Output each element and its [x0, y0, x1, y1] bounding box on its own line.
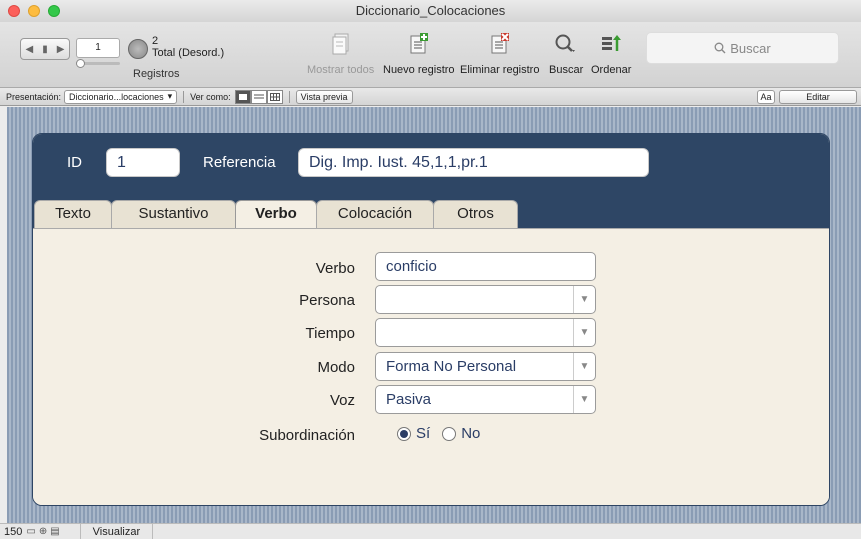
view-as-buttons	[234, 89, 283, 104]
preview-button[interactable]: Vista previa	[295, 89, 353, 104]
table-view-button[interactable]	[266, 89, 283, 104]
toolbar: ◀ ▮ ▶ 1 2 Total (Desord.) Registros Most…	[0, 22, 861, 88]
list-view-icon	[253, 94, 264, 98]
chevron-down-icon[interactable]: ▼	[573, 353, 595, 380]
delete-record-icon	[460, 30, 539, 58]
view-as-label: Ver como:	[190, 91, 231, 102]
id-label: ID	[67, 154, 82, 171]
found-set-pie-icon	[128, 39, 148, 59]
subordinacion-label: Subordinación	[259, 427, 355, 444]
search-placeholder: Buscar	[730, 40, 771, 56]
status-icons: ▭ ⊕ ▤	[26, 526, 59, 537]
records-label: Registros	[133, 68, 180, 80]
quick-find-input[interactable]: Buscar	[646, 32, 839, 64]
total-label: Total (Desord.)	[152, 47, 225, 59]
new-record-icon	[383, 30, 455, 58]
persona-dropdown[interactable]: ▼	[375, 285, 596, 314]
record-header: ID 1 Referencia Dig. Imp. Iust. 45,1,1,p…	[33, 134, 829, 196]
delete-record-button[interactable]: Eliminar registro	[460, 30, 539, 76]
find-button[interactable]: Buscar	[549, 30, 583, 76]
voz-label: Voz	[329, 392, 355, 409]
chevron-down-icon[interactable]: ▼	[573, 319, 595, 346]
edit-layout-button[interactable]: Editar	[779, 90, 857, 104]
reference-field[interactable]: Dig. Imp. Iust. 45,1,1,pr.1	[298, 148, 649, 177]
status-bar: 150 ▭ ⊕ ▤ Visualizar	[0, 523, 861, 539]
tab-sustantivo[interactable]: Sustantivo	[111, 200, 236, 228]
radio-si[interactable]	[397, 426, 411, 441]
minimize-window-button[interactable]	[28, 5, 40, 17]
new-record-button[interactable]: Nuevo registro	[383, 30, 455, 76]
delete-record-label: Eliminar registro	[460, 64, 540, 76]
subordinacion-radio-group: Sí No	[397, 425, 480, 442]
layout-bar: Presentación: Diccionario...locaciones ▾…	[0, 88, 861, 106]
reference-label: Referencia	[203, 154, 276, 171]
radio-si-label[interactable]: Sí	[416, 425, 430, 442]
form-view-button[interactable]	[234, 89, 251, 104]
divider	[183, 90, 185, 103]
modo-label: Modo	[317, 359, 355, 376]
new-record-label: Nuevo registro	[383, 64, 455, 76]
radio-no[interactable]	[442, 426, 457, 441]
zoom-in-icon[interactable]: ⊕	[39, 526, 47, 537]
list-view-button[interactable]	[250, 89, 267, 104]
id-field[interactable]: 1	[106, 148, 180, 177]
tab-otros[interactable]: Otros	[433, 200, 518, 228]
record-number-input[interactable]: 1	[76, 38, 120, 58]
layout-select-value: Diccionario...locaciones	[69, 91, 164, 102]
zoom-window-button[interactable]	[48, 5, 60, 17]
modo-value: Forma No Personal	[386, 358, 517, 375]
prev-record-icon[interactable]: ◀	[26, 44, 34, 55]
show-all-icon	[307, 30, 374, 58]
record-slider-handle[interactable]	[76, 59, 85, 68]
record-nav-buttons[interactable]: ◀ ▮ ▶	[20, 38, 70, 60]
close-window-button[interactable]	[8, 5, 20, 17]
layout-select[interactable]: Diccionario...locaciones ▾	[64, 89, 178, 104]
magnifier-icon	[549, 30, 583, 58]
verbo-label: Verbo	[315, 260, 355, 277]
total-count: 2	[152, 35, 159, 47]
window-title: Diccionario_Colocaciones	[355, 3, 506, 18]
tab-colocacion[interactable]: Colocación	[316, 200, 434, 228]
tiempo-dropdown[interactable]: ▼	[375, 318, 596, 347]
modo-dropdown[interactable]: Forma No Personal ▼	[375, 352, 596, 381]
chevron-down-icon: ▾	[167, 91, 173, 101]
mode-popup[interactable]: Visualizar	[79, 523, 154, 539]
layout-label: Presentación:	[6, 91, 62, 102]
radio-no-label[interactable]: No	[461, 425, 480, 442]
voz-dropdown[interactable]: Pasiva ▼	[375, 385, 596, 414]
verbo-field[interactable]: conficio	[375, 252, 596, 281]
next-record-icon[interactable]: ▶	[57, 44, 65, 55]
window-controls	[8, 5, 60, 17]
tab-texto[interactable]: Texto	[34, 200, 112, 228]
voz-value: Pasiva	[386, 391, 432, 408]
tiempo-label: Tiempo	[305, 325, 355, 342]
zoom-out-icon[interactable]: ▭	[26, 526, 35, 537]
chevron-down-icon[interactable]: ▼	[573, 286, 595, 313]
formatting-bar-button[interactable]: Aa	[757, 90, 775, 104]
zoom-level[interactable]: 150	[4, 526, 22, 538]
persona-label: Persona	[299, 292, 355, 309]
book-icon: ▮	[42, 43, 48, 55]
find-label: Buscar	[549, 64, 584, 76]
form-view-icon	[238, 93, 247, 100]
toggle-toolbar-icon[interactable]: ▤	[50, 526, 59, 537]
sort-icon	[591, 30, 631, 58]
divider	[288, 90, 290, 103]
sort-label: Ordenar	[591, 64, 632, 76]
tab-verbo[interactable]: Verbo	[235, 200, 317, 229]
table-view-icon	[269, 92, 280, 101]
title-bar: Diccionario_Colocaciones	[0, 0, 861, 22]
show-all-label: Mostrar todos	[307, 64, 375, 76]
search-icon	[714, 42, 726, 54]
tab-bar: Texto Sustantivo Verbo Colocación Otros	[33, 196, 829, 229]
chevron-down-icon[interactable]: ▼	[573, 386, 595, 413]
sort-button[interactable]: Ordenar	[591, 30, 631, 76]
show-all-button[interactable]: Mostrar todos	[307, 30, 374, 76]
